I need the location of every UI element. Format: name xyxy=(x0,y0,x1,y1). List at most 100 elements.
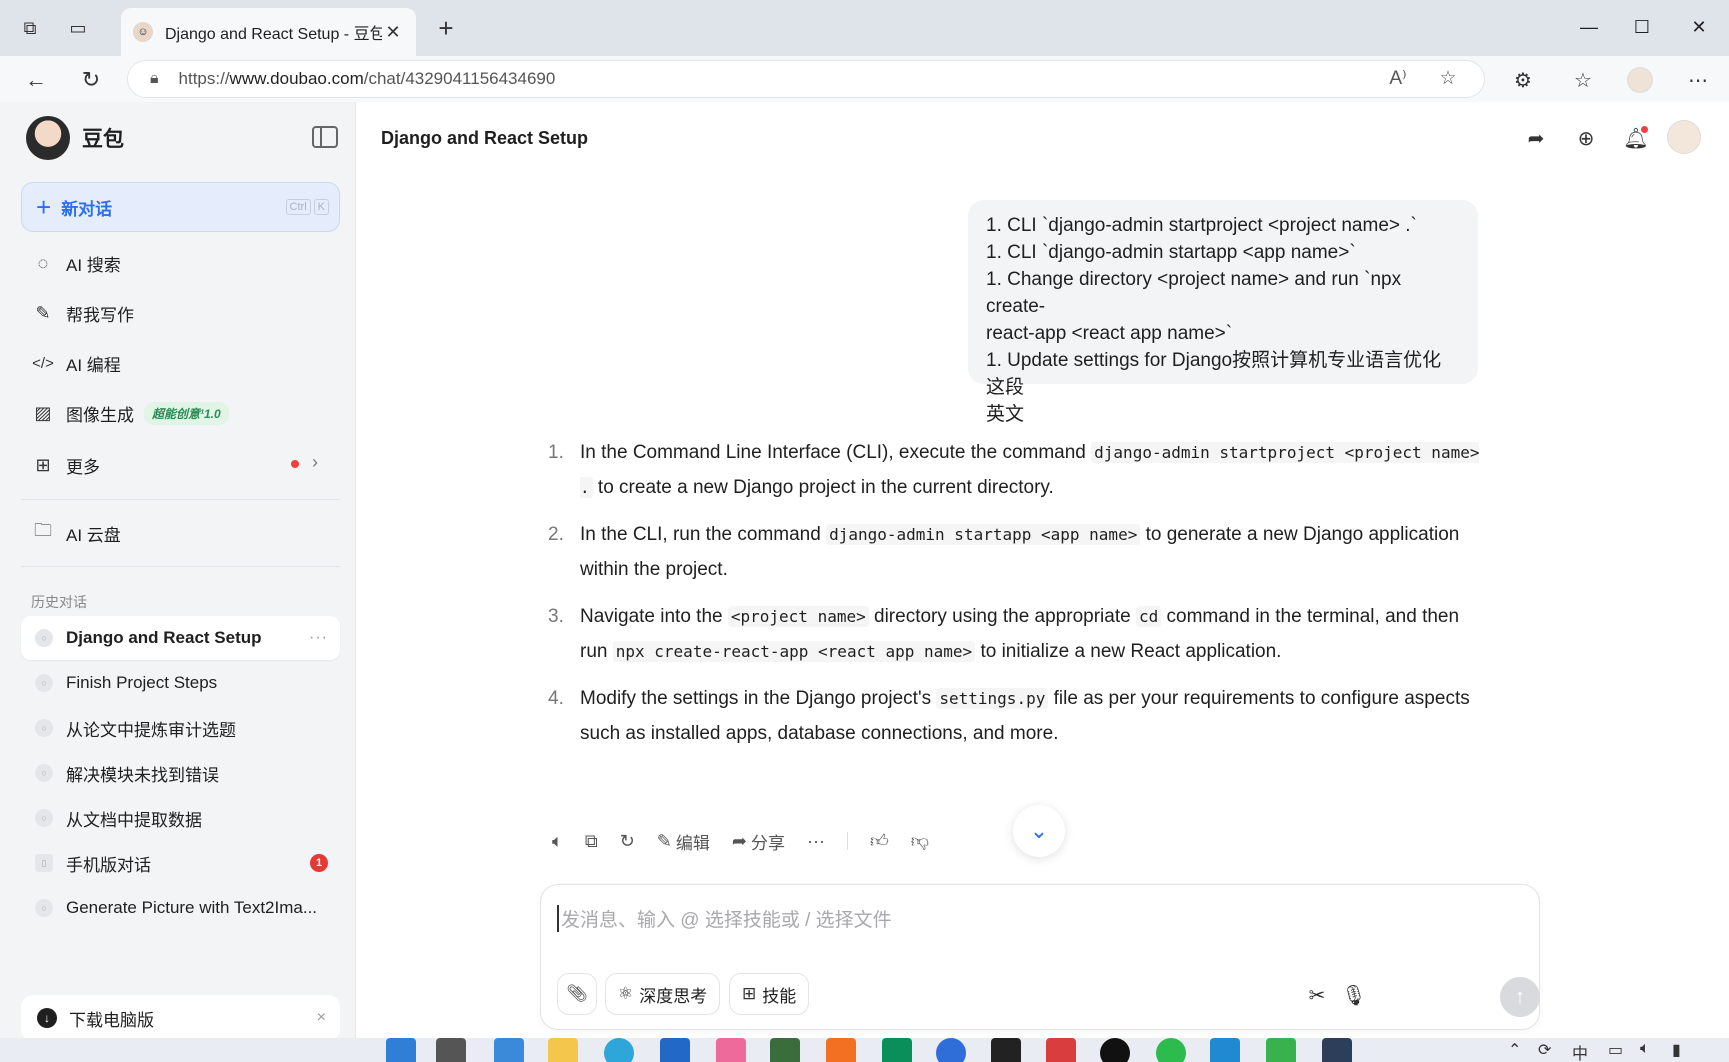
start-icon[interactable] xyxy=(386,1038,416,1062)
browser-profile-icon[interactable] xyxy=(1624,64,1656,96)
task-view-icon[interactable] xyxy=(436,1038,466,1062)
copy-icon[interactable]: ⧉ xyxy=(585,831,598,852)
more-options-icon[interactable]: ··· xyxy=(309,629,328,647)
phone-icon: ▯ xyxy=(35,854,53,872)
minimize-icon[interactable]: — xyxy=(1569,12,1609,42)
send-button[interactable]: ↑ xyxy=(1500,977,1540,1017)
sidebar-item-label: AI 搜索 xyxy=(66,255,121,275)
terminal-icon[interactable] xyxy=(991,1038,1021,1062)
back-arrow-icon[interactable]: ← xyxy=(20,64,52,96)
folder-icon: 🗀︎ xyxy=(34,520,52,540)
read-aloud-icon[interactable]: A⁾ xyxy=(1383,67,1413,90)
sidebar-item-ai-coding[interactable]: </> AI 编程 xyxy=(32,348,121,378)
sidebar-item-writing[interactable]: ✎ 帮我写作 xyxy=(32,298,134,328)
share-button[interactable]: ➦ 分享 xyxy=(732,829,785,854)
avatar[interactable] xyxy=(1667,120,1701,154)
paperclip-icon: 📎︎ xyxy=(566,984,588,1003)
history-item[interactable]: ○ Django and React Setup ··· xyxy=(21,616,340,660)
qq-icon[interactable] xyxy=(1100,1038,1130,1062)
sidebar-item-ai-search[interactable]: ◌ AI 搜索 xyxy=(32,248,121,278)
skills-button[interactable]: ⊞ 技能 xyxy=(729,973,810,1015)
pycharm-icon[interactable] xyxy=(882,1038,912,1062)
answer-text: In the CLI, run the command xyxy=(580,524,827,545)
history-item-label: 解决模块未找到错误 xyxy=(66,765,219,785)
new-window-icon[interactable]: ⊕ xyxy=(1570,122,1602,154)
history-item-label: Django and React Setup xyxy=(66,628,262,647)
wps-icon[interactable] xyxy=(1046,1038,1076,1062)
network-icon[interactable]: ▭ xyxy=(1608,1040,1623,1060)
app-icon[interactable] xyxy=(716,1038,746,1062)
sidebar-item-more[interactable]: ⊞ 更多 › xyxy=(32,450,332,480)
close-icon[interactable]: × xyxy=(317,1009,326,1027)
speaker-icon[interactable]: 🔈︎ xyxy=(552,831,563,852)
thumbs-down-icon[interactable]: 👎︎ xyxy=(911,830,929,852)
shortcut-k: K xyxy=(313,199,329,215)
tab-close-icon[interactable]: ✕ xyxy=(382,22,404,43)
battery-icon[interactable]: ▮ xyxy=(1672,1040,1681,1060)
favorites-icon[interactable]: ☆ xyxy=(1567,64,1599,96)
grid-icon: ⊞ xyxy=(35,454,51,475)
deep-think-button[interactable]: ⚛ 深度思考 xyxy=(605,973,721,1015)
new-chat-button[interactable]: + 新对话 Ctrl K xyxy=(21,182,340,232)
history-item[interactable]: ○ 从论文中提炼审计选题 xyxy=(21,706,340,750)
history-item[interactable]: ○ 从文档中提取数据 xyxy=(21,796,340,840)
thumbs-up-icon[interactable]: 👍︎ xyxy=(870,830,889,852)
history-item[interactable]: ○ Generate Picture with Text2Ima... xyxy=(21,886,340,930)
vertical-tabs-icon[interactable]: ▭ xyxy=(64,14,92,42)
download-desktop-banner[interactable]: ↓ 下载电脑版 × xyxy=(21,995,340,1041)
store-icon[interactable] xyxy=(660,1038,690,1062)
window-close-icon[interactable]: ✕ xyxy=(1679,12,1719,42)
history-item-label: 从文档中提取数据 xyxy=(66,810,202,830)
sidebar-toggle-icon[interactable] xyxy=(312,126,338,148)
microphone-icon[interactable]: 🎙︎ xyxy=(1340,981,1368,1009)
browser-tab-active[interactable]: ☺ Django and React Setup - 豆包 ✕ xyxy=(121,8,416,56)
regenerate-icon[interactable]: ↻ xyxy=(620,831,635,852)
shortcut-ctrl: Ctrl xyxy=(285,199,311,215)
app-icon[interactable] xyxy=(1322,1038,1352,1062)
wechat-icon[interactable] xyxy=(1156,1038,1186,1062)
app-icon[interactable] xyxy=(1266,1038,1296,1062)
xiaomi-icon[interactable] xyxy=(826,1038,856,1062)
message-input[interactable]: 发消息、输入 @ 选择技能或 / 选择文件 xyxy=(557,905,892,932)
reload-icon[interactable]: ↻ xyxy=(75,64,107,96)
edit-icon: ✎ xyxy=(656,830,672,851)
maximize-icon[interactable]: ☐ xyxy=(1622,12,1662,42)
edit-button[interactable]: ✎ 编辑 xyxy=(657,829,710,854)
scroll-to-bottom-button[interactable]: ⌄ xyxy=(1013,805,1065,857)
app-icon[interactable] xyxy=(770,1038,800,1062)
bell-icon[interactable]: 🔔︎ xyxy=(1620,122,1652,154)
chevron-up-icon[interactable]: ⌃ xyxy=(1508,1040,1521,1060)
sidebar-item-image-gen[interactable]: ▨ 图像生成 超能创意¹1.0 xyxy=(32,398,229,428)
history-item-label: 手机版对话 xyxy=(66,855,151,875)
sidebar-item-label: 更多 xyxy=(66,457,100,477)
share-icon[interactable]: ➦ xyxy=(1520,122,1552,154)
new-tab-button[interactable]: + xyxy=(432,14,460,42)
favorite-star-icon[interactable]: ☆ xyxy=(1433,67,1463,90)
message-composer[interactable]: 发消息、输入 @ 选择技能或 / 选择文件 📎︎ ⚛ 深度思考 ⊞ 技能 ✂ 🎙… xyxy=(540,884,1540,1030)
edge-icon[interactable] xyxy=(604,1038,634,1062)
workspaces-icon[interactable]: ⧉ xyxy=(16,14,44,42)
answer-item: 4. Modify the settings in the Django proj… xyxy=(534,681,1484,751)
sync-icon[interactable]: ⟳ xyxy=(1538,1040,1551,1060)
attach-button[interactable]: 📎︎ xyxy=(557,973,597,1015)
extensions-icon[interactable]: ⚙ xyxy=(1507,64,1539,96)
notification-dot xyxy=(1641,126,1648,133)
atom-icon: ⚛ xyxy=(618,984,634,1003)
volume-icon[interactable]: 🔈︎ xyxy=(1640,1040,1650,1058)
chat-bubble-icon: ○ xyxy=(35,764,53,782)
vscode-icon[interactable] xyxy=(1210,1038,1240,1062)
address-input[interactable]: 🔒︎ https://www.doubao.com/chat/432904115… xyxy=(127,60,1485,98)
history-item[interactable]: ○ 解决模块未找到错误 xyxy=(21,751,340,795)
history-item[interactable]: ▯ 手机版对话 1 xyxy=(21,841,340,885)
download-label: 下载电脑版 xyxy=(69,1010,154,1030)
app-icon[interactable] xyxy=(936,1038,966,1062)
file-explorer-icon[interactable] xyxy=(548,1038,578,1062)
sidebar-item-cloud[interactable]: 🗀︎ AI 云盘 xyxy=(32,518,121,548)
scissors-icon[interactable]: ✂ xyxy=(1303,981,1331,1009)
history-item[interactable]: ○ Finish Project Steps xyxy=(21,661,340,705)
ime-indicator[interactable]: 中 xyxy=(1572,1040,1588,1062)
browser-menu-icon[interactable]: ⋯ xyxy=(1682,64,1714,96)
history-item-label: Finish Project Steps xyxy=(66,673,218,692)
widgets-icon[interactable] xyxy=(494,1038,524,1062)
more-actions-icon[interactable]: ··· xyxy=(807,831,825,852)
